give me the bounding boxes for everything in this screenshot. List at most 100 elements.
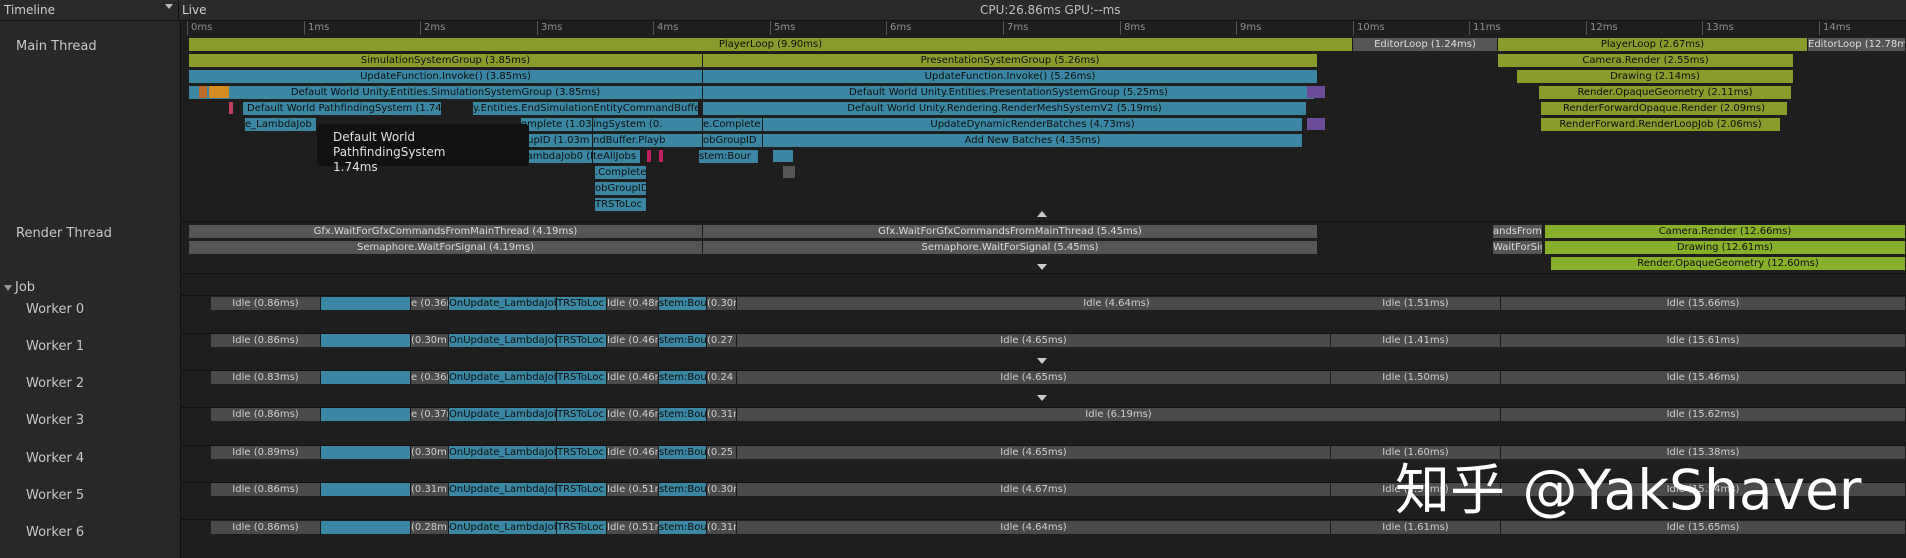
sample-idle[interactable]: Idle (15.66ms) (1501, 297, 1906, 310)
sample-trstolocal[interactable]: TRSToLoc (595, 198, 647, 211)
sample-onupdate-lambdajob0[interactable]: OnUpdate_LambdaJob0 (Bu (449, 408, 557, 421)
sample-marker[interactable] (647, 150, 651, 162)
sample-completealljobs[interactable]: teAllJobs (593, 150, 641, 163)
worker-6-label[interactable]: Worker 6 (26, 525, 84, 540)
sample-semaphore-wait[interactable]: Semaphore.WaitForSignal (5.45ms) (703, 241, 1318, 254)
sample-trstolocal[interactable]: TRSToLoc (557, 297, 607, 310)
sample-idle[interactable]: Idle (0.46ms (607, 408, 659, 421)
sample-complete[interactable]: .Complete (595, 166, 647, 179)
sample-idle[interactable]: Idle (0.86ms) (211, 483, 321, 496)
sample-marker[interactable] (229, 102, 233, 114)
sample-complete[interactable]: e.Complete (703, 118, 763, 131)
sample-trstolocal[interactable]: TRSToLoc (557, 334, 607, 347)
chevron-down-icon[interactable] (165, 4, 173, 9)
sample-updatefunction[interactable]: UpdateFunction.Invoke() (3.85ms) (189, 70, 703, 83)
sample-marker[interactable] (1307, 118, 1325, 130)
sample-onupdate-lambdajob0[interactable]: OnUpdate_LambdaJob0 (Bu (449, 446, 557, 459)
sample-system-bounds[interactable]: stem:Bour (659, 521, 707, 534)
sample-renderforwardopaque[interactable]: RenderForwardOpaque.Render (2.09ms) (1541, 102, 1788, 115)
sample-system-bounds[interactable]: stem:Bour (699, 150, 759, 163)
sample-marker[interactable] (773, 150, 793, 162)
live-toggle[interactable]: Live (182, 3, 207, 17)
sample-trstolocal[interactable]: TRSToLoc (557, 408, 607, 421)
sample-lambdajob[interactable]: e_LambdaJob (245, 118, 317, 131)
sample-semaphore-wait[interactable]: WaitForSig (1493, 241, 1543, 254)
sample-idle[interactable]: Idle (0.51ms (607, 483, 659, 496)
worker-0-label[interactable]: Worker 0 (26, 302, 84, 317)
sample-marker[interactable] (783, 166, 795, 178)
sample-system-bounds[interactable]: stem:Bour (659, 371, 707, 384)
sample-idle[interactable]: Idle (0.86ms) (211, 408, 321, 421)
sample-idle[interactable]: (0.25 (707, 446, 737, 459)
sample-idle[interactable]: Idle (0.48ms (607, 297, 659, 310)
sample-idle[interactable]: (0.27 (707, 334, 737, 347)
sample-idle[interactable]: Idle (15.62ms) (1501, 408, 1906, 421)
sample-editorloop[interactable]: EditorLoop (12.78ms) (1808, 38, 1906, 51)
sample-idle[interactable]: Idle (0.46ms (607, 334, 659, 347)
sample-idle[interactable]: Idle (0.86ms) (211, 297, 321, 310)
sample-idle[interactable]: Idle (15.61ms) (1501, 334, 1906, 347)
sample-updatedynamicrenderbatches[interactable]: UpdateDynamicRenderBatches (4.73ms) (763, 118, 1303, 131)
sample-rendermeshsystemv2[interactable]: Default World Unity.Rendering.RenderMesh… (703, 102, 1307, 115)
sample-jobgroupid[interactable]: obGroupID (595, 182, 647, 195)
sample-onupdate-lambdajob0[interactable]: OnUpdate_LambdaJob0 (Bu (449, 483, 557, 496)
collapse-arrow-icon[interactable] (4, 285, 12, 291)
timeline-dropdown[interactable]: Timeline (4, 3, 55, 17)
sample-idle[interactable]: e (0.36m (411, 297, 449, 310)
sample-idle[interactable]: Idle (4.65ms) (737, 334, 1331, 347)
sample-idle[interactable]: (0.31n (707, 521, 737, 534)
sample-pathfinding-system[interactable]: Default World PathfindingSystem (1.74ms) (243, 102, 442, 115)
time-ruler[interactable]: 0ms 1ms 2ms 3ms 4ms 5ms 6ms 7ms 8ms 9ms … (187, 21, 1906, 35)
sample-idle[interactable]: Idle (0.86ms) (211, 334, 321, 347)
sample-lambdajob0[interactable]: LambdaJob0 (B (521, 150, 593, 163)
sample-marker[interactable] (1307, 86, 1325, 98)
sample-camera-render[interactable]: Camera.Render (2.55ms) (1498, 54, 1794, 67)
sample-onupdate-lambdajob0[interactable]: OnUpdate_LambdaJob0 (Bu (449, 334, 557, 347)
sample-gfx-wait[interactable]: andsFrom (1493, 225, 1543, 238)
sample-system-bounds[interactable]: stem:Bour (659, 297, 707, 310)
sample-groupid[interactable]: oupID (1.03m (521, 134, 593, 147)
sample-lambdajob[interactable] (321, 371, 411, 384)
sample-trstolocal[interactable]: TRSToLoc (557, 521, 607, 534)
job-group-label[interactable]: Job (15, 280, 35, 295)
sample-idle[interactable]: Idle (15.46ms) (1501, 371, 1906, 384)
expand-down-icon[interactable] (1037, 395, 1047, 401)
sample-simulationsystemgroup[interactable]: SimulationSystemGroup (3.85ms) (189, 54, 703, 67)
sample-default-world-simulation[interactable]: Default World Unity.Entities.SimulationS… (189, 86, 703, 99)
sample-idle[interactable]: Idle (1.41ms) (1331, 334, 1501, 347)
main-thread-label[interactable]: Main Thread (16, 39, 97, 54)
sample-idle[interactable]: Idle (0.46ms (607, 371, 659, 384)
sample-trstolocal[interactable]: TRSToLoc (557, 371, 607, 384)
sample-onupdate-lambdajob0[interactable]: OnUpdate_LambdaJob0 (Bu (449, 297, 557, 310)
sample-trstolocal[interactable]: TRSToLoc (557, 446, 607, 459)
sample-gfx-wait[interactable]: Gfx.WaitForGfxCommandsFromMainThread (4.… (189, 225, 703, 238)
sample-onupdate-lambdajob0[interactable]: OnUpdate_LambdaJob0 (Bu (449, 371, 557, 384)
sample-idle[interactable]: Idle (1.50ms) (1331, 371, 1501, 384)
sample-render-opaquegeometry[interactable]: Render.OpaqueGeometry (2.11ms) (1539, 86, 1792, 99)
sample-idle[interactable]: (0.31n (707, 408, 737, 421)
sample-semaphore-wait[interactable]: Semaphore.WaitForSignal (4.19ms) (189, 241, 703, 254)
sample-idle[interactable]: Idle (4.65ms) (737, 371, 1331, 384)
sample-idle[interactable]: Idle (0.46ms (607, 446, 659, 459)
sample-marker[interactable] (199, 86, 207, 98)
sample-drawing[interactable]: Drawing (2.14ms) (1517, 70, 1794, 83)
sample-idle[interactable]: (0.30n (707, 483, 737, 496)
sample-idle[interactable]: e (0.36m (411, 371, 449, 384)
sample-marker[interactable] (209, 86, 229, 98)
render-thread-label[interactable]: Render Thread (16, 226, 112, 241)
sample-idle[interactable]: Idle (6.19ms) (737, 408, 1501, 421)
sample-lambdajob[interactable] (321, 297, 411, 310)
worker-3-label[interactable]: Worker 3 (26, 413, 84, 428)
sample-addnewbatches[interactable]: Add New Batches (4.35ms) (763, 134, 1303, 147)
worker-2-label[interactable]: Worker 2 (26, 376, 84, 391)
sample-lambdajob[interactable] (321, 334, 411, 347)
sample-system-bounds[interactable]: stem:Bour (659, 446, 707, 459)
sample-idle[interactable]: Idle (0.83ms) (211, 371, 321, 384)
sample-complete[interactable]: omplete (1.03m (521, 118, 593, 131)
sample-system-bounds[interactable]: stem:Bour (659, 408, 707, 421)
sample-onupdate-lambdajob0[interactable]: OnUpdate_LambdaJob0 (Bu (449, 521, 557, 534)
sample-lambdajob[interactable] (321, 446, 411, 459)
expand-down-icon[interactable] (1037, 264, 1047, 270)
sample-idle[interactable]: Idle (0.86ms) (211, 521, 321, 534)
sample-idle[interactable]: (0.24 (707, 371, 737, 384)
